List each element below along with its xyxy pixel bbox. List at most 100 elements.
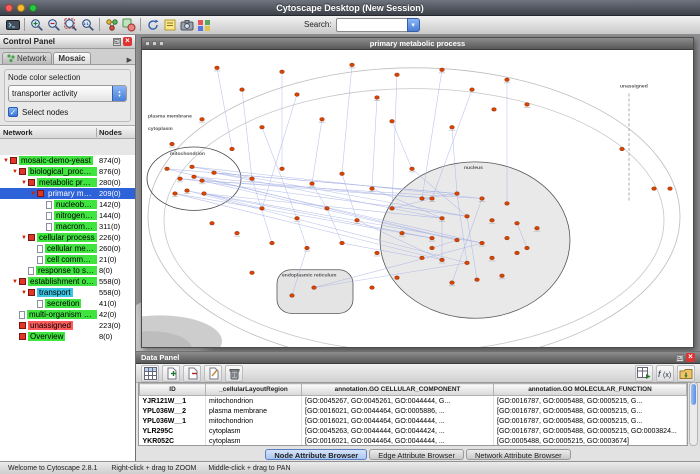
network-node[interactable] [355, 218, 360, 222]
table-cell[interactable]: mitochondrion [206, 396, 302, 407]
network-node[interactable] [212, 171, 217, 175]
scrollbar-thumb[interactable] [691, 384, 696, 405]
table-row[interactable]: YLR295Ccytoplasm[GO:0045263, GO:0044444,… [140, 426, 687, 436]
table-cell[interactable]: YJR121W__1 [140, 396, 206, 407]
table-cell[interactable]: [GO:0016021, GO:0044464, GO:0005886, ... [302, 406, 494, 416]
tree-item[interactable]: ▼establishment of lo...558(0) [0, 276, 135, 287]
tree-item[interactable]: ▼cellular process226(0) [0, 232, 135, 243]
zoom-window-button[interactable] [29, 4, 37, 12]
float-data-panel-icon[interactable]: ◱ [676, 354, 684, 362]
network-node[interactable] [480, 197, 485, 201]
tree-item[interactable]: nitrogen compo...144(0) [0, 210, 135, 221]
network-node[interactable] [430, 236, 435, 240]
network-node[interactable] [620, 147, 625, 151]
network-node[interactable] [505, 236, 510, 240]
select-nodes-row[interactable]: ✓ Select nodes [8, 107, 127, 117]
table-cell[interactable]: [GO:0016787, GO:0005488, GO:0005215, G..… [494, 396, 687, 407]
network-node[interactable] [450, 281, 455, 285]
network-node[interactable] [178, 177, 183, 181]
network-node[interactable] [280, 70, 285, 74]
network-node[interactable] [210, 221, 215, 225]
network-node[interactable] [652, 187, 657, 191]
network-node[interactable] [505, 78, 510, 82]
zoom-out-icon[interactable] [45, 17, 62, 33]
tree-item[interactable]: Overview8(0) [0, 331, 135, 342]
network-node[interactable] [395, 276, 400, 280]
network-node[interactable] [170, 142, 175, 146]
network-node[interactable] [340, 241, 345, 245]
console-icon[interactable] [4, 17, 21, 33]
vizmapper-icon[interactable] [195, 17, 212, 33]
tree-item[interactable]: unassigned223(0) [0, 320, 135, 331]
table-cell[interactable]: [GO:0016021, GO:0044464, GO:0044444, ... [302, 436, 494, 446]
tree-item[interactable]: response to stimul...8(0) [0, 265, 135, 276]
edit-attribute-icon[interactable] [204, 365, 222, 382]
tab-mosaic[interactable]: Mosaic [53, 52, 91, 64]
node-color-dropdown[interactable]: transporter activity ▴▾ [8, 85, 127, 102]
close-data-panel-icon[interactable]: × [686, 353, 695, 362]
table-cell[interactable]: YKR052C [140, 436, 206, 446]
network-node[interactable] [410, 167, 415, 171]
table-cell[interactable]: [GO:0045263, GO:0044444, GO:0044424, ... [302, 426, 494, 436]
table-cell[interactable]: cytoplasm [206, 426, 302, 436]
tree-item[interactable]: secretion41(0) [0, 298, 135, 309]
network-node[interactable] [500, 274, 505, 278]
tree-item[interactable]: ▼transport558(0) [0, 287, 135, 298]
network-node[interactable] [200, 179, 205, 183]
network-node[interactable] [250, 271, 255, 275]
tree-item[interactable]: cell communica...21(0) [0, 254, 135, 265]
inner-close-button[interactable] [145, 41, 150, 46]
network-node[interactable] [430, 246, 435, 250]
expander-icon[interactable]: ▼ [11, 279, 19, 285]
column-header[interactable]: _cellularLayoutRegion [206, 384, 302, 396]
network-node[interactable] [440, 217, 445, 221]
table-cell[interactable]: YPL036W__1 [140, 416, 206, 426]
tab-node-attribute-browser[interactable]: Node Attribute Browser [265, 449, 367, 460]
network-node[interactable] [230, 147, 235, 151]
tree-item[interactable]: macromolecule...311(0) [0, 221, 135, 232]
network-node[interactable] [295, 93, 300, 97]
tree-item[interactable]: ▼metabolic process280(0) [0, 177, 135, 188]
close-window-button[interactable] [5, 4, 13, 12]
network-window[interactable]: primary metabolic process plasma membran… [141, 37, 694, 348]
network-node[interactable] [375, 251, 380, 255]
network-node[interactable] [350, 63, 355, 67]
network-node[interactable] [370, 187, 375, 191]
search-dropdown-button[interactable]: ▾ [407, 18, 420, 32]
inner-minimize-button[interactable] [152, 41, 157, 46]
delete-attribute-icon[interactable] [183, 365, 201, 382]
close-panel-icon[interactable]: × [123, 37, 132, 46]
attribute-batch-icon[interactable] [635, 365, 653, 382]
window-titlebar[interactable]: Cytoscape Desktop (New Session) [0, 0, 700, 16]
tab-edge-attribute-browser[interactable]: Edge Attribute Browser [369, 449, 464, 460]
tree-item[interactable]: multi-organism pro...42(0) [0, 309, 135, 320]
table-cell[interactable]: [GO:0016787, GO:0005488, GO:0005215, GO:… [494, 426, 687, 436]
annotation-icon[interactable] [161, 17, 178, 33]
import-attributes-icon[interactable] [677, 365, 695, 382]
network-node[interactable] [290, 294, 295, 298]
tree-item[interactable]: ▼biological_process876(0) [0, 166, 135, 177]
table-cell[interactable]: mitochondrion [206, 416, 302, 426]
network-node[interactable] [668, 187, 673, 191]
network-node[interactable] [260, 207, 265, 211]
column-header[interactable]: annotation.GO CELLULAR_COMPONENT [302, 384, 494, 396]
table-row[interactable]: YPL036W__2plasma membrane[GO:0016021, GO… [140, 406, 687, 416]
network-node[interactable] [340, 172, 345, 176]
network-node[interactable] [305, 246, 310, 250]
table-cell[interactable]: [GO:0016787, GO:0005488, GO:0005215, G..… [494, 406, 687, 416]
network-node[interactable] [240, 88, 245, 92]
network-node[interactable] [250, 177, 255, 181]
network-node[interactable] [165, 167, 170, 171]
network-node[interactable] [390, 119, 395, 123]
network-overlay-icon[interactable] [120, 17, 137, 33]
tab-network[interactable]: Network [2, 52, 52, 64]
network-node[interactable] [215, 66, 220, 70]
float-panel-icon[interactable]: ◱ [113, 38, 121, 46]
network-node[interactable] [440, 258, 445, 262]
network-node[interactable] [535, 226, 540, 230]
network-node[interactable] [320, 118, 325, 122]
network-node[interactable] [440, 68, 445, 72]
network-node[interactable] [525, 103, 530, 107]
network-node[interactable] [310, 182, 315, 186]
tree-header-nodes[interactable]: Nodes [96, 128, 135, 137]
